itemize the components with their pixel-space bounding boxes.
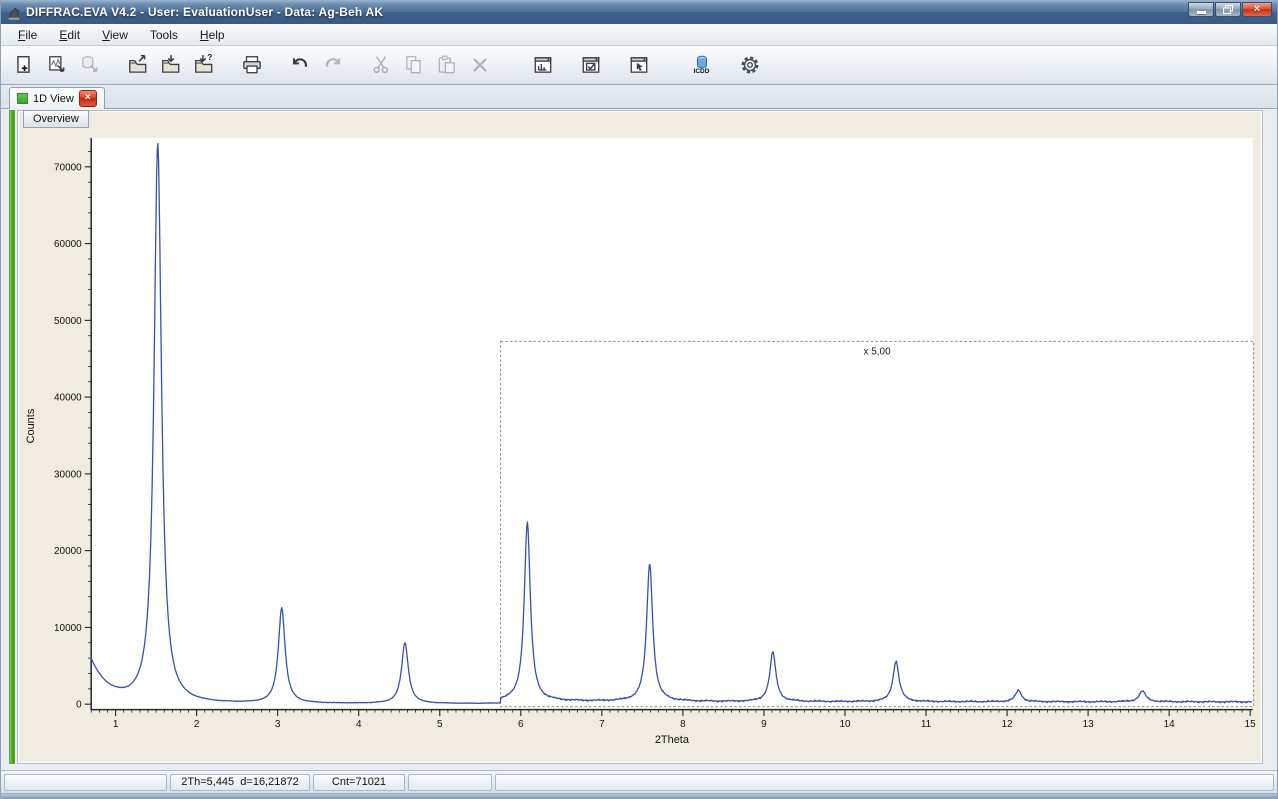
delete-icon xyxy=(472,58,487,72)
toolbar-import-scan[interactable] xyxy=(41,50,72,81)
export-folder-icon xyxy=(128,54,146,73)
x-tick-label: 9 xyxy=(761,719,767,730)
toolbar-redo[interactable] xyxy=(317,50,348,81)
x-tick-label: 13 xyxy=(1083,719,1095,730)
client-area: Overview x 5,00 1 2 3 4 5 6 7 8 9 10 11 12 13 14 15 0 100… xyxy=(1,109,1277,770)
close-icon: × xyxy=(1253,3,1261,15)
load-query-icon: ? xyxy=(194,54,212,73)
menu-item-view[interactable]: View xyxy=(91,25,139,45)
database-import-icon xyxy=(81,56,97,72)
y-tick-label: 60000 xyxy=(54,239,82,250)
restore-button[interactable] xyxy=(1215,2,1241,17)
gear-icon xyxy=(741,56,758,74)
scan-color-swatch-icon xyxy=(17,93,28,104)
icdd-label: ICDD xyxy=(693,67,710,75)
scale-factor-label: x 5,00 xyxy=(864,346,892,357)
redo-icon xyxy=(325,58,340,68)
window-frame-bottom xyxy=(1,793,1277,799)
y-tick-label: 70000 xyxy=(54,162,82,173)
status-segment-2: Cnt=71021 xyxy=(313,773,405,791)
x-tick-label: 12 xyxy=(1002,719,1014,730)
tab-close-button[interactable]: × xyxy=(78,90,97,107)
tab-1d-view[interactable]: 1D View × xyxy=(9,87,105,109)
y-tick-label: 50000 xyxy=(54,316,82,327)
toolbar-import-from-database[interactable] xyxy=(74,50,105,81)
status-segment-0 xyxy=(4,773,167,791)
menu-item-help[interactable]: Help xyxy=(189,25,236,45)
checkbox-window-icon xyxy=(582,57,599,73)
status-segment-4 xyxy=(495,773,1274,791)
status-bar: 2Th=5,445 d=16,21872 Cnt=71021 xyxy=(1,770,1277,793)
toolbar-options-window[interactable] xyxy=(575,50,606,81)
y-tick-label: 0 xyxy=(76,700,82,711)
menu-item-tools[interactable]: Tools xyxy=(139,25,189,45)
copy-icon xyxy=(405,56,421,74)
x-tick-label: 2 xyxy=(194,719,200,730)
close-button[interactable]: × xyxy=(1242,2,1272,17)
diffraction-chart[interactable]: x 5,001 2 3 4 5 6 7 8 9 10 11 12 13 14 150100002000030… xyxy=(18,111,1262,763)
toolbar-print[interactable] xyxy=(236,50,267,81)
y-axis-title: Counts xyxy=(25,408,37,443)
restore-icon xyxy=(1223,5,1233,14)
x-tick-label: 4 xyxy=(356,719,362,730)
cut-icon xyxy=(372,56,388,74)
toolbar-load-with-query[interactable]: ? xyxy=(188,50,219,81)
app-window: DIFFRAC.EVA V4.2 - User: EvaluationUser … xyxy=(0,0,1278,799)
minimize-button[interactable] xyxy=(1188,2,1214,17)
x-tick-label: 14 xyxy=(1164,719,1176,730)
x-tick-label: 11 xyxy=(921,719,932,730)
tab-bar: 1D View × xyxy=(1,85,1277,109)
data-window-icon xyxy=(534,57,551,73)
print-icon xyxy=(242,56,261,74)
x-tick-label: 5 xyxy=(437,719,443,730)
status-segment-3 xyxy=(408,773,492,791)
toolbar-copy[interactable] xyxy=(398,50,429,81)
toolbar-undo[interactable] xyxy=(284,50,315,81)
toolbar-delete[interactable] xyxy=(464,50,495,81)
y-tick-label: 10000 xyxy=(54,623,82,634)
toolbar-icdd-database[interactable]: ICDD xyxy=(686,50,717,81)
plot-area[interactable] xyxy=(91,137,1253,710)
toolbar-cut[interactable] xyxy=(365,50,396,81)
tab-1d-view-label: 1D View xyxy=(33,92,74,105)
chart-panel: x 5,00 1 2 3 4 5 6 7 8 9 10 11 12 13 14 15 0 10000 20000 30… xyxy=(17,110,1263,764)
cursor-window-icon xyxy=(630,57,647,73)
toolbar-settings[interactable] xyxy=(734,50,765,81)
y-tick-label: 40000 xyxy=(54,393,82,404)
toolbar-export[interactable] xyxy=(122,50,153,81)
minimize-icon xyxy=(1196,11,1206,14)
x-tick-label: 8 xyxy=(680,719,686,730)
toolbar-new-document[interactable] xyxy=(8,50,39,81)
app-icon xyxy=(8,7,20,21)
x-tick-label: 3 xyxy=(275,719,281,730)
x-tick-label: 10 xyxy=(839,719,851,730)
window-title: DIFFRAC.EVA V4.2 - User: EvaluationUser … xyxy=(26,5,384,19)
status-segment-1: 2Th=5,445 d=16,21872 xyxy=(170,773,310,791)
toolbar-load-file[interactable] xyxy=(155,50,186,81)
load-folder-icon xyxy=(161,55,179,73)
y-tick-label: 20000 xyxy=(54,546,82,557)
x-tick-label: 15 xyxy=(1245,719,1257,730)
undo-icon xyxy=(292,58,307,68)
menu-item-edit[interactable]: Edit xyxy=(48,25,91,45)
toolbar-data-view-window[interactable] xyxy=(527,50,558,81)
tab-overview[interactable]: Overview xyxy=(23,110,89,128)
x-tick-label: 6 xyxy=(518,719,524,730)
import-scan-icon xyxy=(48,56,64,72)
x-axis-title: 2Theta xyxy=(655,734,690,746)
paste-icon xyxy=(438,55,455,74)
toolbar-select-window[interactable] xyxy=(623,50,654,81)
menu-bar: File Edit View Tools Help xyxy=(1,24,1277,46)
y-tick-label: 30000 xyxy=(54,469,82,480)
toolbar-paste[interactable] xyxy=(431,50,462,81)
svg-text:?: ? xyxy=(207,54,212,62)
x-tick-label: 7 xyxy=(599,719,605,730)
x-tick-label: 1 xyxy=(113,719,119,730)
title-bar: DIFFRAC.EVA V4.2 - User: EvaluationUser … xyxy=(1,0,1277,25)
new-document-icon xyxy=(16,56,30,73)
menu-item-file[interactable]: File xyxy=(7,25,48,45)
toolbar: ? ICDD xyxy=(1,46,1277,85)
scan-legend-bar[interactable] xyxy=(9,110,15,764)
